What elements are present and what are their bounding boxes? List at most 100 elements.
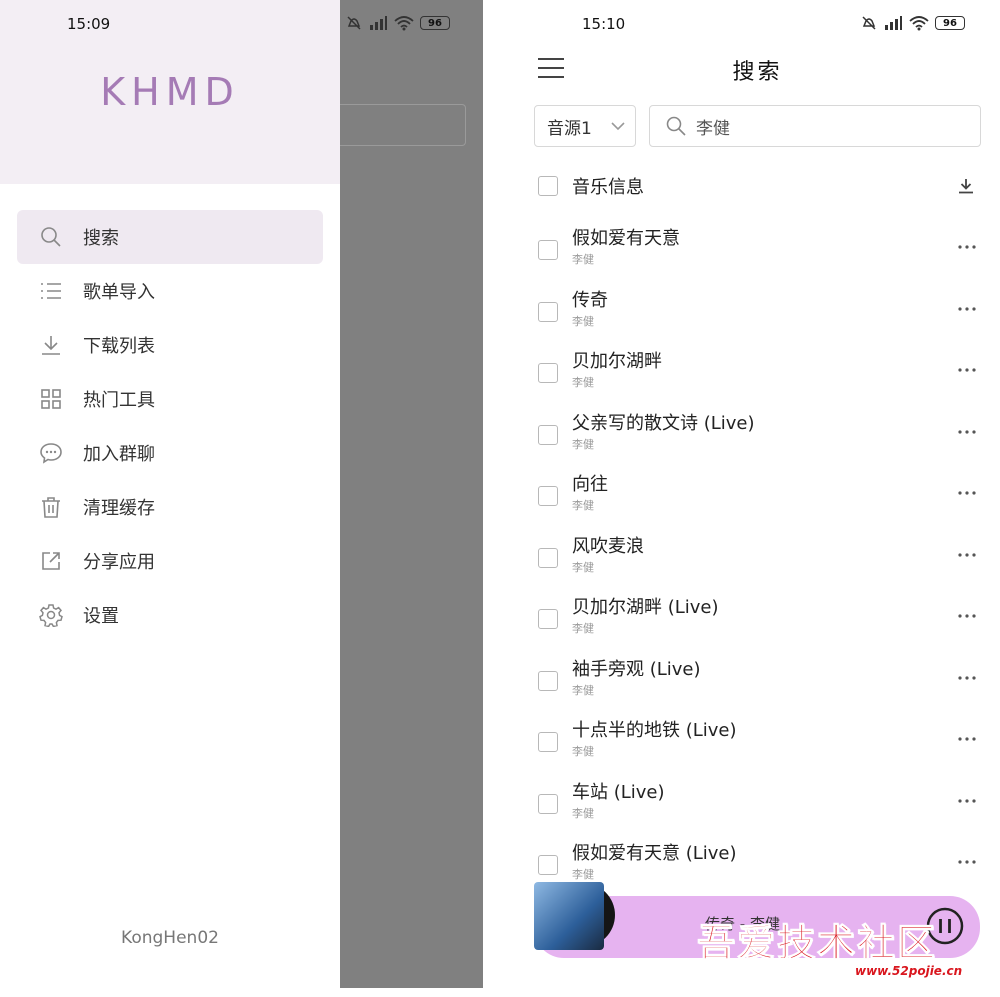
chat-icon [37,439,65,467]
song-artist: 李健 [572,561,594,574]
app-logo-text: KHMD [100,70,240,114]
left-screen: 96 15:09 KHMD 搜索 歌单导入 下载列表 热门工具 加入群聊 清理缓… [0,0,483,988]
song-row[interactable]: 假如爱有天意 (Live) 李健 [538,839,978,891]
song-checkbox[interactable] [538,363,558,383]
search-input[interactable]: 李健 [649,105,981,147]
song-artist: 李健 [572,253,594,266]
download-icon [37,331,65,359]
song-row[interactable]: 贝加尔湖畔 李健 [538,347,978,399]
download-all-icon[interactable] [958,178,974,194]
song-checkbox[interactable] [538,794,558,814]
more-options-icon[interactable] [956,236,978,258]
song-checkbox[interactable] [538,671,558,691]
grid-icon [37,385,65,413]
song-checkbox[interactable] [538,609,558,629]
song-checkbox[interactable] [538,548,558,568]
menu-label: 加入群聊 [83,444,155,465]
menu-item-search[interactable]: 搜索 [17,210,323,264]
song-checkbox[interactable] [538,240,558,260]
menu-label: 分享应用 [83,552,155,573]
menu-item-downloads[interactable]: 下载列表 [17,318,323,372]
battery-indicator: 96 [420,16,450,30]
results-header-label: 音乐信息 [572,177,644,198]
more-options-icon[interactable] [956,298,978,320]
more-options-icon[interactable] [956,728,978,750]
menu-item-tools[interactable]: 热门工具 [17,372,323,426]
song-checkbox[interactable] [538,855,558,875]
song-artist: 李健 [572,376,594,389]
song-row[interactable]: 袖手旁观 (Live) 李健 [538,655,978,707]
select-all-checkbox[interactable] [538,176,558,196]
more-options-icon[interactable] [956,790,978,812]
song-row[interactable]: 车站 (Live) 李健 [538,778,978,830]
page-title: 搜索 [732,60,783,85]
search-icon [37,223,65,251]
album-cover[interactable] [534,882,604,950]
signal-icon [885,16,902,30]
background-search-input [340,104,466,146]
menu-item-clear-cache[interactable]: 清理缓存 [17,480,323,534]
song-artist: 李健 [572,315,594,328]
song-checkbox[interactable] [538,486,558,506]
chevron-down-icon [611,122,625,131]
navigation-drawer: 15:09 KHMD 搜索 歌单导入 下载列表 热门工具 加入群聊 清理缓存 分… [0,0,340,988]
song-checkbox[interactable] [538,302,558,322]
song-checkbox[interactable] [538,732,558,752]
song-artist: 李健 [572,745,594,758]
menu-label: 设置 [83,606,119,627]
menu-label: 清理缓存 [83,498,155,519]
right-screen: 15:10 96 搜索 音源1 李健 音乐信息 假如爱有天意 李健 传奇 李健 贝加尔湖… [515,0,1000,988]
song-title: 贝加尔湖畔 [572,351,662,372]
more-options-icon[interactable] [956,851,978,873]
song-title: 十点半的地铁 (Live) [572,720,737,741]
song-row[interactable]: 假如爱有天意 李健 [538,224,978,276]
song-title: 袖手旁观 (Live) [572,659,701,680]
search-icon [666,116,686,136]
song-title: 父亲写的散文诗 (Live) [572,413,755,434]
status-icons: 96 [346,15,450,31]
song-artist: 李健 [572,622,594,635]
more-options-icon[interactable] [956,421,978,443]
source-select[interactable]: 音源1 [534,105,636,147]
song-row[interactable]: 风吹麦浪 李健 [538,532,978,584]
more-options-icon[interactable] [956,482,978,504]
menu-item-share-app[interactable]: 分享应用 [17,534,323,588]
mute-icon [347,16,361,30]
background-overlay[interactable] [340,0,483,988]
list-icon [37,277,65,305]
song-artist: 李健 [572,868,594,881]
song-title: 向往 [572,474,608,495]
more-options-icon[interactable] [956,359,978,381]
footer-author: KongHen02 [121,928,219,948]
song-row[interactable]: 贝加尔湖畔 (Live) 李健 [538,593,978,645]
song-row[interactable]: 传奇 李健 [538,286,978,338]
status-time: 15:09 [67,15,111,33]
song-artist: 李健 [572,438,594,451]
menu-label: 搜索 [83,228,119,249]
share-icon [37,547,65,575]
song-checkbox[interactable] [538,425,558,445]
menu-label: 歌单导入 [83,282,155,303]
song-title: 传奇 [572,290,608,311]
song-title: 风吹麦浪 [572,536,644,557]
watermark-text: 吾爱技术社区 [696,920,938,966]
song-title: 假如爱有天意 [572,228,680,249]
source-select-value: 音源1 [547,118,592,139]
more-options-icon[interactable] [956,544,978,566]
menu-item-playlist-import[interactable]: 歌单导入 [17,264,323,318]
menu-item-join-group[interactable]: 加入群聊 [17,426,323,480]
song-artist: 李健 [572,499,594,512]
signal-icon [370,16,387,30]
song-row[interactable]: 十点半的地铁 (Live) 李健 [538,716,978,768]
more-options-icon[interactable] [956,667,978,689]
song-artist: 李健 [572,684,594,697]
song-row[interactable]: 向往 李健 [538,470,978,522]
song-title: 假如爱有天意 (Live) [572,843,737,864]
song-row[interactable]: 父亲写的散文诗 (Live) 李健 [538,409,978,461]
wifi-icon [394,16,414,31]
menu-label: 热门工具 [83,390,155,411]
more-options-icon[interactable] [956,605,978,627]
song-artist: 李健 [572,807,594,820]
gear-icon [37,601,65,629]
menu-item-settings[interactable]: 设置 [17,588,323,642]
